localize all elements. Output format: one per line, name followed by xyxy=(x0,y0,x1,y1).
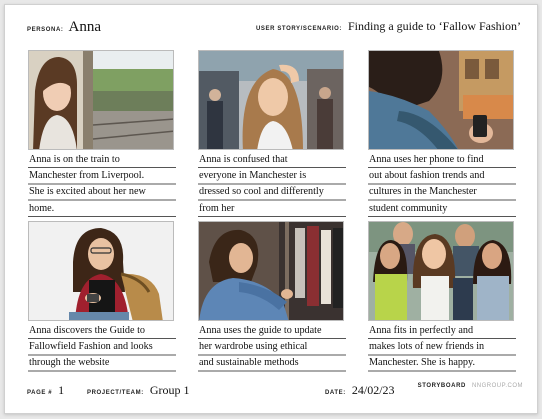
project-team-value: Group 1 xyxy=(149,383,190,397)
caption-line: Fallowfield Fashion and looks xyxy=(29,341,153,353)
persona-name: Anna xyxy=(68,19,101,35)
panel-1-image xyxy=(28,50,174,150)
caption-line: dressed so cool and differently xyxy=(199,186,324,198)
panel-5-caption: Anna uses the guide to update her wardro… xyxy=(198,323,346,372)
caption-line: Manchester from Liverpool. xyxy=(29,170,145,182)
caption-line: She is excited about her new xyxy=(29,186,146,198)
panel-2-image xyxy=(198,50,344,150)
caption-line: makes lots of new friends in xyxy=(369,341,485,353)
caption-line: everyone in Manchester is xyxy=(199,170,307,182)
caption-line: and sustainable methods xyxy=(199,357,299,369)
date-field: DATE: 24/02/23 xyxy=(325,383,395,398)
user-story-label: USER STORY/SCENARIO: xyxy=(255,26,342,32)
project-team-label: PROJECT/TEAM: xyxy=(87,390,144,396)
panel-4-image xyxy=(28,221,174,321)
storyboard-panel-2: Anna is confused that everyone in Manche… xyxy=(198,50,346,217)
panel-1-caption: Anna is on the train to Manchester from … xyxy=(28,152,176,217)
panel-4-caption: Anna discovers the Guide to Fallowfield … xyxy=(28,323,176,372)
storyboard-panel-4: Anna discovers the Guide to Fallowfield … xyxy=(28,221,176,372)
page-number-field: PAGE # 1 xyxy=(27,383,64,398)
storyboard-panel-5: Anna uses the guide to update her wardro… xyxy=(198,221,346,372)
panel-2-caption: Anna is confused that everyone in Manche… xyxy=(198,152,346,217)
date-value: 24/02/23 xyxy=(351,383,395,397)
storyboard-sheet: PERSONA: Anna USER STORY/SCENARIO: Findi… xyxy=(4,4,538,414)
storyboard-label: STORYBOARD xyxy=(417,383,466,389)
user-story-field: USER STORY/SCENARIO: Finding a guide to … xyxy=(256,19,521,34)
caption-line: cultures in the Manchester xyxy=(369,186,477,198)
caption-line: from her xyxy=(199,202,235,214)
panel-3-image xyxy=(368,50,514,150)
storyboard-footer: PAGE # 1 PROJECT/TEAM: Group 1 DATE: 24/… xyxy=(27,383,523,399)
storyboard-panel-6: Anna fits in perfectly and makes lots of… xyxy=(368,221,516,372)
panel-6-image xyxy=(368,221,514,321)
persona-label: PERSONA: xyxy=(27,27,64,33)
caption-line: Anna discovers the Guide to xyxy=(29,325,145,336)
storyboard-header: PERSONA: Anna USER STORY/SCENARIO: Findi… xyxy=(27,19,521,39)
caption-line: Anna is confused that xyxy=(199,154,288,165)
caption-line: Anna uses her phone to find xyxy=(369,154,484,165)
page-number: 1 xyxy=(58,383,65,397)
project-team-field: PROJECT/TEAM: Group 1 xyxy=(87,383,189,398)
caption-line: Anna fits in perfectly and xyxy=(369,325,474,336)
brand-url: NNGROUP.COM xyxy=(471,383,523,389)
page-number-label: PAGE # xyxy=(27,390,53,396)
date-label: DATE: xyxy=(325,390,346,396)
persona-field: PERSONA: Anna xyxy=(27,19,101,36)
caption-line: home. xyxy=(29,202,55,214)
panel-3-caption: Anna uses her phone to find out about fa… xyxy=(368,152,516,217)
caption-line: Anna uses the guide to update xyxy=(199,325,322,336)
caption-line: out about fashion trends and xyxy=(369,170,485,182)
storyboard-panel-1: Anna is on the train to Manchester from … xyxy=(28,50,176,217)
storyboard-panel-3: Anna uses her phone to find out about fa… xyxy=(368,50,516,217)
caption-line: Manchester. She is happy. xyxy=(369,357,476,369)
panel-6-caption: Anna fits in perfectly and makes lots of… xyxy=(368,323,516,372)
caption-line: through the website xyxy=(29,357,110,369)
caption-line: her wardrobe using ethical xyxy=(199,341,308,353)
caption-line: Anna is on the train to xyxy=(29,154,120,165)
panel-5-image xyxy=(198,221,344,321)
storyboard-brand: STORYBOARD NNGROUP.COM xyxy=(418,383,523,389)
caption-line: student community xyxy=(369,202,448,214)
user-story-value: Finding a guide to ‘Fallow Fashion’ xyxy=(348,19,521,33)
